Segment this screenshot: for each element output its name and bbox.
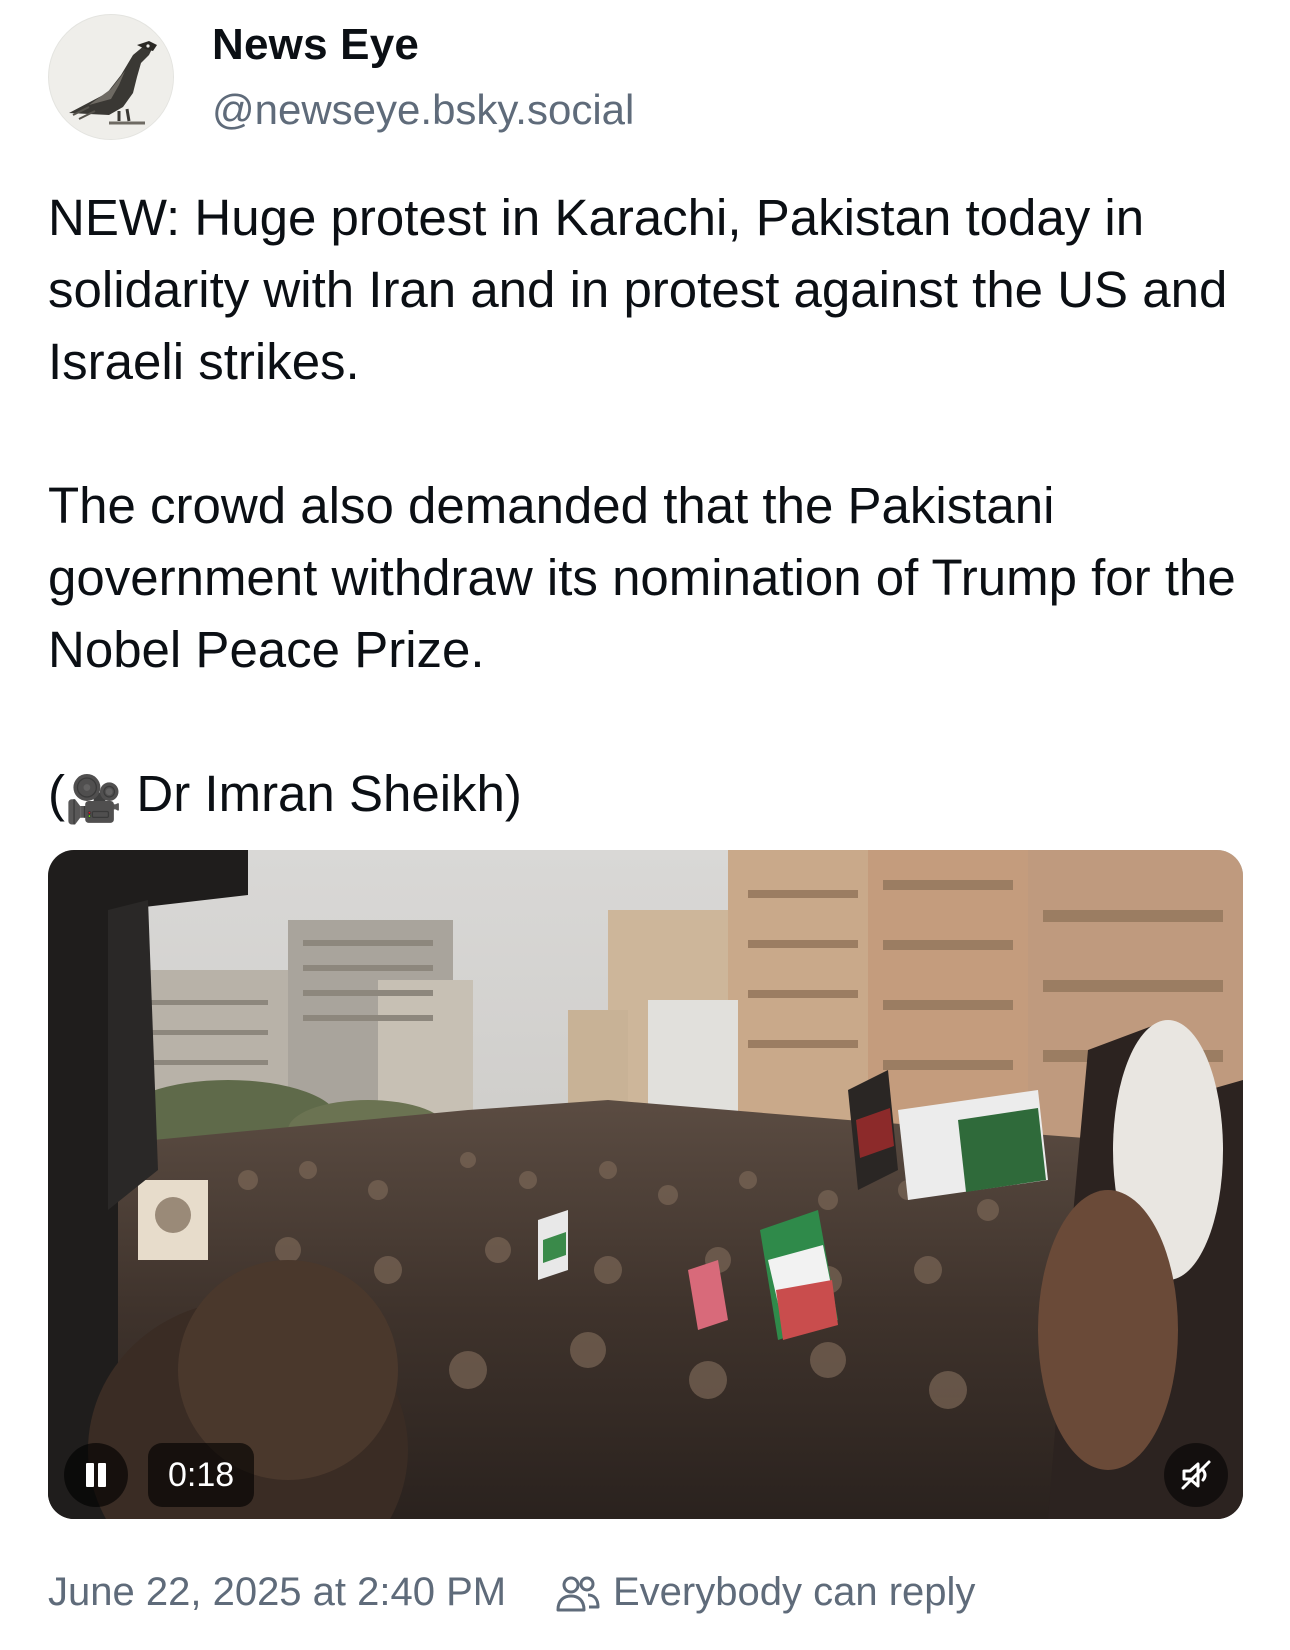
video-frame xyxy=(48,850,1243,1519)
author-avatar[interactable] xyxy=(48,14,174,140)
credit-open-paren: ( xyxy=(48,765,65,822)
post-paragraph: The crowd also demanded that the Pakista… xyxy=(48,477,1236,678)
post-text: NEW: Huge protest in Karachi, Pakistan t… xyxy=(48,182,1248,835)
reply-setting[interactable]: Everybody can reply xyxy=(613,1570,975,1615)
movie-camera-icon: 🎥 xyxy=(64,773,123,825)
people-icon xyxy=(556,1576,600,1612)
credit-name: Dr Imran Sheikh) xyxy=(122,765,522,822)
mute-button[interactable] xyxy=(1164,1443,1228,1507)
video-player[interactable]: 0:18 xyxy=(48,850,1243,1519)
post-credit: (🎥 Dr Imran Sheikh) xyxy=(48,758,1248,835)
post-paragraph: NEW: Huge protest in Karachi, Pakistan t… xyxy=(48,189,1228,390)
pause-button[interactable] xyxy=(64,1443,128,1507)
muted-speaker-icon xyxy=(1181,1460,1211,1490)
video-time: 0:18 xyxy=(148,1443,255,1507)
author-handle[interactable]: @newseye.bsky.social xyxy=(212,86,634,134)
pause-icon xyxy=(98,1463,106,1487)
eagle-avatar-icon xyxy=(50,16,173,139)
post-card: News Eye @newseye.bsky.social NEW: Huge … xyxy=(0,0,1290,1650)
author-display-name[interactable]: News Eye xyxy=(212,20,419,70)
post-timestamp[interactable]: June 22, 2025 at 2:40 PM xyxy=(48,1570,506,1615)
pause-icon xyxy=(86,1463,94,1487)
